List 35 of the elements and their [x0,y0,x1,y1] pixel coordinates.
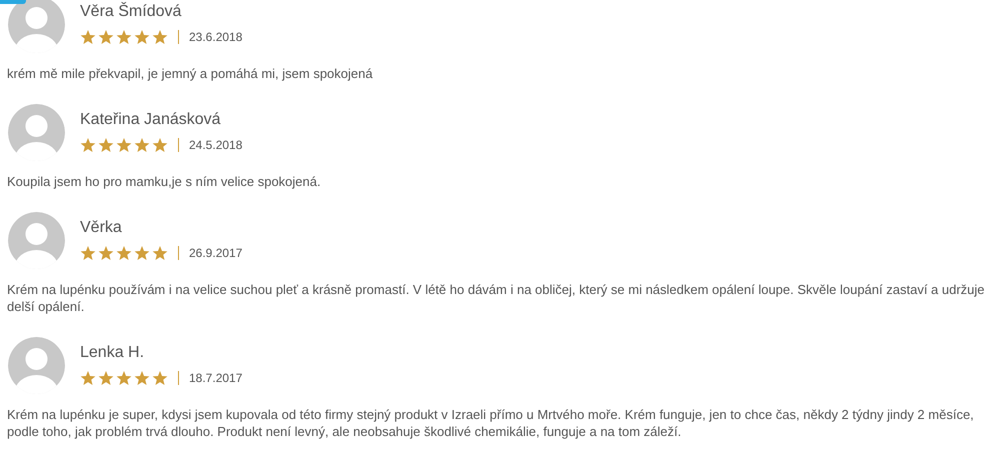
reviewer-name: Věra Šmídová [80,2,182,22]
star-icon [80,246,96,260]
star-icon [80,30,96,44]
review-date: 26.9.2017 [189,245,242,262]
avatar-icon [8,104,65,161]
review-text: Krém na lupénku používám i na velice suchou pleť a krásně promastí. V létě ho dávám i na obličej, který se mi následkem opálení loupe. Skvěle loupání zastaví a udržuje delší opálení. [7,281,986,315]
star-icon [134,246,150,260]
star-icon [116,370,132,386]
star-icon [98,30,114,44]
star-icon [98,246,114,260]
review-date: 18.7.2017 [189,370,242,387]
star-icon [116,138,132,152]
reviewer-name: Kateřina Janásková [80,110,222,130]
reviewer-name: Věrka [80,218,123,238]
star-icon [80,370,96,386]
reviewer-name: Lenka H. [80,343,146,363]
avatar-icon [8,337,65,394]
star-icon [152,138,168,152]
star-icon [98,370,114,386]
star-icon [80,138,96,152]
star-icon [98,138,114,152]
star-icon [116,246,132,260]
star-icon [134,30,150,44]
review-date: 24.5.2018 [189,137,242,154]
review-text: Koupila jsem ho pro mamku,je s ním velice spokojená. [7,173,322,190]
star-icon [152,30,168,44]
review-text: krém mě mile překvapil, je jemný a pomáhá mi, jsem spokojená [7,65,374,82]
star-icon [134,370,150,386]
star-icon [116,30,132,44]
avatar-icon [8,212,65,269]
star-icon [152,246,168,260]
star-icon [134,138,150,152]
star-icon [152,370,168,386]
review-date: 23.6.2018 [189,29,242,46]
review-text: Krém na lupénku je super, kdysi jsem kupovala od této firmy stejný produkt v Izraeli přímo u Mrtvého moře. Krém funguje, jen to chce čas, někdy 2 týdny jindy 2 měsíce, podle toho, jak problém trvá dlouho. Produkt není levný, ale neobsahuje škodlivé chemikálie, funguje a na tom záleží. [7,406,975,440]
